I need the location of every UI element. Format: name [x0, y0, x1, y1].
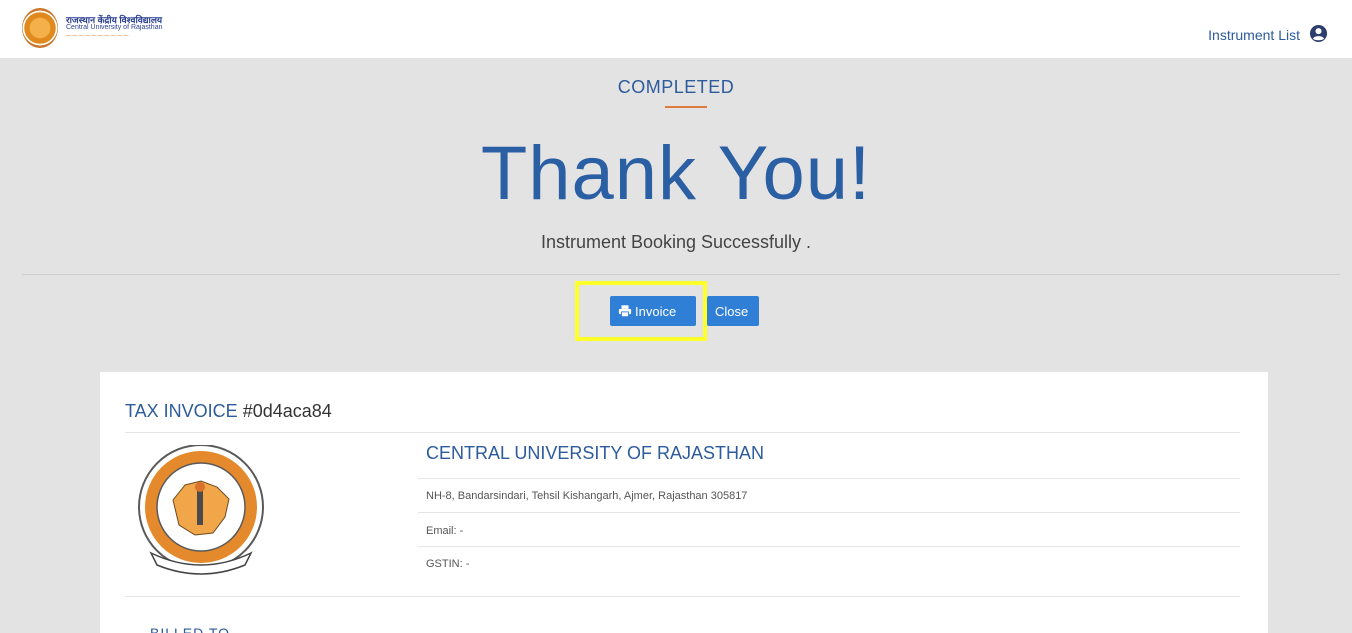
section-divider — [22, 274, 1340, 275]
university-seal-icon — [138, 445, 264, 575]
invoice-title-label: TAX INVOICE — [125, 401, 238, 421]
org-rule-1 — [418, 478, 1240, 479]
organization-name: CENTRAL UNIVERSITY OF RAJASTHAN — [426, 443, 765, 463]
section-rule — [125, 596, 1240, 597]
org-rule-2 — [418, 512, 1240, 513]
invoice-id: #0d4aca84 — [242, 401, 332, 421]
university-seal-icon — [22, 8, 58, 48]
organization-address: NH-8, Bandarsindari, Tehsil Kishangarh, … — [426, 490, 748, 502]
thank-you-heading: Thank You! — [480, 131, 872, 216]
booking-success-message: Instrument Booking Successfully . — [540, 232, 812, 252]
logo-text: राजस्थान केंद्रीय विश्वविद्यालय Central … — [66, 16, 163, 40]
invoice-button[interactable]: Invoice — [610, 296, 696, 326]
top-navbar: राजस्थान केंद्रीय विश्वविद्यालय Central … — [0, 0, 1352, 58]
status-underline — [665, 106, 707, 108]
organization-gstin: GSTIN: - — [426, 558, 470, 570]
logo-hindi-text: राजस्थान केंद्रीय विश्वविद्यालय — [66, 15, 163, 25]
university-logo[interactable]: राजस्थान केंद्रीय विश्वविद्यालय Central … — [22, 8, 163, 48]
invoice-title-rule — [125, 432, 1240, 433]
org-rule-3 — [418, 546, 1240, 547]
invoice-button-label: Invoice — [635, 303, 677, 319]
close-button[interactable]: Close — [707, 296, 759, 326]
logo-english-text: Central University of Rajasthan — [66, 24, 163, 31]
organization-email: Email: - — [426, 525, 464, 537]
status-label: COMPLETED — [617, 77, 735, 97]
print-icon — [618, 305, 632, 318]
invoice-card: TAX INVOICE #0d4aca84 CENTRAL UNIVERSITY… — [100, 372, 1268, 633]
logo-tagline: — — — — — — — — — — — [66, 33, 129, 39]
user-circle-icon[interactable] — [1309, 24, 1328, 43]
nav-instrument-list[interactable]: Instrument List — [1208, 27, 1300, 43]
billed-to-heading: BILLED TO — [150, 625, 231, 633]
invoice-title: TAX INVOICE #0d4aca84 — [125, 401, 332, 422]
